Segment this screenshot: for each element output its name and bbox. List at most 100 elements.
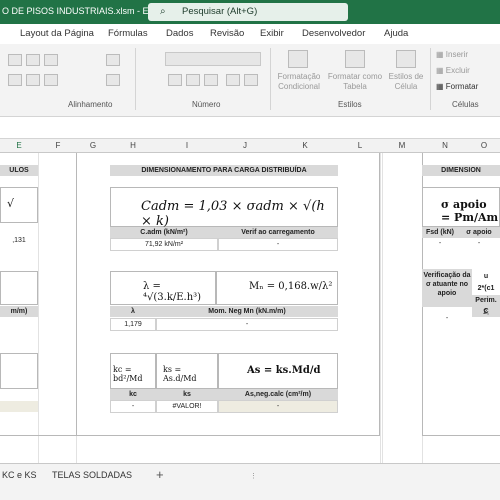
cell-styles-button[interactable]: Estilos de Célula bbox=[384, 72, 428, 92]
format-table-icon[interactable] bbox=[345, 50, 365, 68]
align-left-icon[interactable] bbox=[8, 54, 22, 66]
tab-page-layout[interactable]: Layout da Página bbox=[20, 28, 94, 39]
search-box[interactable]: ⌕ Pesquisar (Alt+G) bbox=[148, 3, 348, 21]
left-header-2: m/m) bbox=[0, 306, 38, 317]
col-header-e[interactable]: E bbox=[0, 141, 38, 150]
decrease-decimal-icon[interactable] bbox=[244, 74, 258, 86]
as-header: As,neg.calc (cm²/m) bbox=[218, 389, 338, 400]
cadm-header: C.adm (kN/m²) bbox=[110, 227, 218, 238]
left-formula-box-3 bbox=[0, 353, 38, 389]
left-formula: √ bbox=[7, 197, 15, 210]
search-icon: ⌕ bbox=[160, 6, 166, 17]
ribbon-separator bbox=[270, 48, 271, 110]
ribbon-separator bbox=[430, 48, 431, 110]
formula-ks: ks = As.d/Md bbox=[163, 365, 197, 383]
col-header-k[interactable]: K bbox=[272, 141, 338, 150]
indent-icon[interactable] bbox=[44, 74, 58, 86]
formula-kc-box: kc = bd²/Md bbox=[110, 353, 156, 389]
formula-cadm: Cadm = 1,03 × σadm × √(h × k) bbox=[141, 199, 325, 229]
orientation-icon[interactable] bbox=[26, 74, 40, 86]
tab-formulas[interactable]: Fórmulas bbox=[108, 28, 148, 39]
verif-sigma-header: Verificação da σ atuante no apoio bbox=[422, 269, 472, 307]
cadm-value[interactable]: 71,92 kN/m² bbox=[110, 238, 218, 251]
col-header-h[interactable]: H bbox=[110, 141, 156, 150]
cells-group-label: Células bbox=[452, 100, 479, 109]
lambda-header: λ bbox=[110, 306, 156, 317]
right-panel-bottom bbox=[422, 435, 500, 436]
sigma-header: σ apoio bbox=[458, 227, 500, 238]
col-header-j[interactable]: J bbox=[218, 141, 272, 150]
worksheet[interactable]: ULOS √ ,131 m/m) DIMENSIONAMENTO PARA CA… bbox=[0, 153, 500, 463]
col-header-g[interactable]: G bbox=[76, 141, 110, 150]
status-bar bbox=[0, 485, 500, 500]
as-value[interactable]: - bbox=[218, 400, 338, 413]
ks-value[interactable]: #VALOR! bbox=[156, 400, 218, 413]
ribbon-separator bbox=[135, 48, 136, 110]
right-title: DIMENSION bbox=[422, 165, 500, 176]
verif-sigma-value[interactable]: - bbox=[422, 313, 472, 324]
main-panel-bottom bbox=[76, 435, 380, 436]
wrap-text-icon[interactable] bbox=[106, 54, 120, 66]
perim-value[interactable]: 2, bbox=[472, 307, 500, 318]
delete-label: Excluir bbox=[445, 66, 470, 75]
delete-button[interactable]: ▦ Excluir bbox=[436, 66, 470, 75]
font-size-icon[interactable] bbox=[8, 74, 22, 86]
sigma-value[interactable]: - bbox=[458, 238, 500, 249]
col-header-n[interactable]: N bbox=[422, 141, 468, 150]
format-button[interactable]: ▦ Formatar bbox=[436, 82, 478, 91]
search-input[interactable]: Pesquisar (Alt+G) bbox=[182, 6, 257, 17]
comma-icon[interactable] bbox=[204, 74, 218, 86]
align-center-icon[interactable] bbox=[26, 54, 40, 66]
left-formula-box-2 bbox=[0, 271, 38, 305]
conditional-format-icon[interactable] bbox=[288, 50, 308, 68]
verif-value[interactable]: - bbox=[218, 238, 338, 251]
col-header-i[interactable]: I bbox=[156, 141, 218, 150]
sheet-tab-kc-ks[interactable]: KC e KS bbox=[2, 470, 37, 480]
format-table-button[interactable]: Formatar como Tabela bbox=[325, 72, 385, 92]
col-header-m[interactable]: M bbox=[382, 141, 422, 150]
mn-header: Mom. Neg Mn (kN.m/m) bbox=[156, 306, 338, 317]
col-header-o[interactable]: O bbox=[468, 141, 500, 150]
percent-icon[interactable] bbox=[186, 74, 200, 86]
kc-value[interactable]: - bbox=[110, 400, 156, 413]
left-panel-header: ULOS bbox=[0, 165, 38, 176]
grid-line bbox=[38, 153, 39, 463]
increase-decimal-icon[interactable] bbox=[226, 74, 240, 86]
formula-as: As = ks.Md/d bbox=[247, 365, 321, 376]
left-formula-box: √ bbox=[0, 187, 38, 223]
col-header-l[interactable]: L bbox=[338, 141, 382, 150]
sheet-tabs-bar: KC e KS TELAS SOLDADAS + ⋮ bbox=[0, 463, 500, 485]
ribbon-tabs: Layout da Página Fórmulas Dados Revisão … bbox=[0, 24, 500, 44]
formula-lambda: λ = ⁴√(3.k/E.h³) bbox=[143, 281, 202, 303]
number-format-dropdown[interactable] bbox=[165, 52, 261, 66]
cell-styles-icon[interactable] bbox=[396, 50, 416, 68]
merge-icon[interactable] bbox=[106, 74, 120, 86]
sheet-tab-telas-soldadas[interactable]: TELAS SOLDADAS bbox=[52, 470, 132, 480]
left-separator bbox=[0, 435, 76, 436]
conditional-format-button[interactable]: Formatação Condicional bbox=[272, 72, 326, 92]
formula-ks-box: ks = As.d/Md bbox=[156, 353, 218, 389]
tab-developer[interactable]: Desenvolvedor bbox=[302, 28, 365, 39]
formula-as-box: As = ks.Md/d bbox=[218, 353, 338, 389]
add-sheet-button[interactable]: + bbox=[156, 467, 164, 482]
tab-review[interactable]: Revisão bbox=[210, 28, 244, 39]
currency-icon[interactable] bbox=[168, 74, 182, 86]
align-right-icon[interactable] bbox=[44, 54, 58, 66]
lambda-value[interactable]: 1,179 bbox=[110, 318, 156, 331]
tab-help[interactable]: Ajuda bbox=[384, 28, 408, 39]
mn-value[interactable]: - bbox=[156, 318, 338, 331]
insert-button[interactable]: ▦ Inserir bbox=[436, 50, 468, 59]
tab-data[interactable]: Dados bbox=[166, 28, 193, 39]
sheet-tabs-more-icon[interactable]: ⋮ bbox=[250, 472, 257, 480]
formula-lambda-box: λ = ⁴√(3.k/E.h³) bbox=[110, 271, 216, 305]
fsd-value[interactable]: - bbox=[422, 238, 458, 249]
formula-mn: Mₙ = 0,168.w/λ² bbox=[249, 281, 333, 292]
formula-kc: kc = bd²/Md bbox=[113, 365, 143, 383]
col-header-f[interactable]: F bbox=[40, 141, 76, 150]
fsd-header: Fsd (kN) bbox=[422, 227, 458, 238]
window-title: O DE PISOS INDUSTRIAIS.xlsm - Excel bbox=[2, 6, 165, 16]
tab-view[interactable]: Exibir bbox=[260, 28, 284, 39]
formula-mn-box: Mₙ = 0,168.w/λ² bbox=[216, 271, 338, 305]
verif-header: Verif ao carregamento bbox=[218, 227, 338, 238]
alignment-group-label: Alinhamento bbox=[68, 100, 113, 109]
